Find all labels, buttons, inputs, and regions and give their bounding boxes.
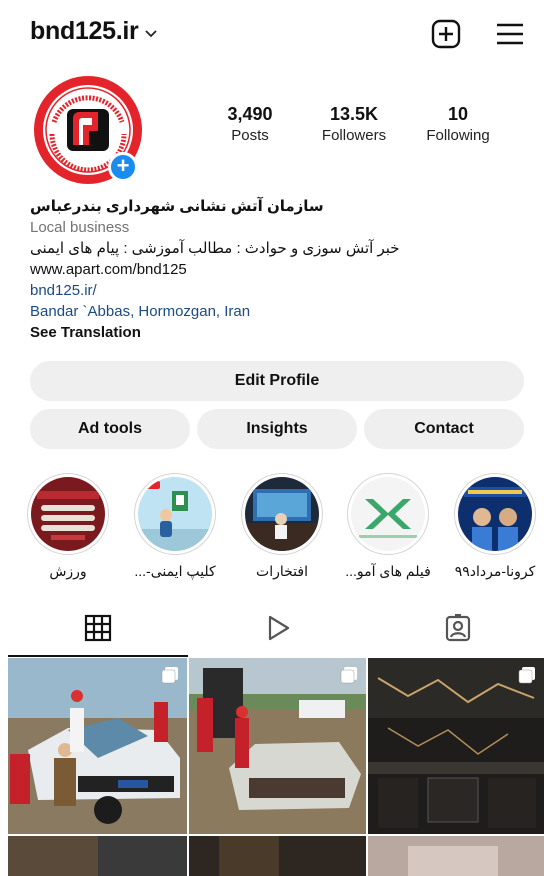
followers-stat[interactable]: 13.5K Followers xyxy=(300,104,408,144)
active-tab-indicator xyxy=(8,655,188,657)
highlight-cover-safety-clip xyxy=(138,477,212,551)
account-switcher[interactable]: bnd125.ir xyxy=(30,17,158,46)
following-label: Following xyxy=(426,127,490,144)
highlight-cover-sport xyxy=(31,477,105,551)
post-thumbnail[interactable] xyxy=(368,836,544,876)
post-thumbnail[interactable] xyxy=(8,658,187,834)
tab-posts-grid[interactable] xyxy=(8,604,188,656)
menu-icon[interactable] xyxy=(494,18,526,50)
post-thumbnail[interactable] xyxy=(189,836,366,876)
post-image-partial xyxy=(189,836,366,876)
post-image-car-rescue xyxy=(8,658,187,834)
edit-profile-button[interactable]: Edit Profile xyxy=(30,361,524,401)
following-stat[interactable]: 10 Following xyxy=(410,104,506,144)
multiple-posts-icon xyxy=(161,667,178,684)
highlight-caption: افتخارات xyxy=(256,563,308,579)
profile-tabs xyxy=(0,604,544,657)
display-name: سازمان آتش نشانی شهرداری بندرعباس xyxy=(30,198,324,215)
location-link[interactable]: Bandar `Abbas, Hormozgan, Iran xyxy=(30,301,530,322)
post-image-burned-kitchen xyxy=(368,658,544,834)
highlight-caption: کلیپ ایمنی-... xyxy=(134,563,216,579)
see-translation-link[interactable]: See Translation xyxy=(30,322,530,343)
highlight-item[interactable]: کلیپ ایمنی-... xyxy=(132,473,218,580)
profile-link[interactable]: bnd125.ir/ xyxy=(30,280,530,301)
add-story-icon[interactable]: + xyxy=(108,152,138,182)
bio-website-text: www.apart.com/bnd125 xyxy=(30,261,187,278)
tagged-icon xyxy=(445,614,471,642)
reels-icon xyxy=(268,615,290,641)
highlight-item[interactable]: افتخارات xyxy=(239,473,325,580)
bio-description: خبر آتش سوزی و حوادث : مطالب آموزشی : پی… xyxy=(30,240,400,257)
posts-count: 3,490 xyxy=(227,104,273,124)
highlight-cover-corona xyxy=(458,477,532,551)
highlight-cover-training-films xyxy=(351,477,425,551)
highlight-caption: ورزش xyxy=(49,563,87,579)
posts-stat[interactable]: 3,490 Posts xyxy=(205,104,295,144)
top-bar: bnd125.ir xyxy=(0,0,544,68)
following-count: 10 xyxy=(447,104,469,124)
highlight-item[interactable]: ورزش xyxy=(25,473,111,580)
post-thumbnail[interactable] xyxy=(8,836,187,876)
followers-count: 13.5K xyxy=(329,104,379,124)
username: bnd125.ir xyxy=(30,17,139,45)
post-image-crash-scene xyxy=(189,658,366,834)
multiple-posts-icon xyxy=(340,667,357,684)
highlight-item[interactable]: کرونا-مرداد۹۹ xyxy=(452,473,538,580)
category-label: Local business xyxy=(30,219,130,236)
post-image-partial xyxy=(368,836,544,876)
post-thumbnail[interactable] xyxy=(368,658,544,834)
contact-button[interactable]: Contact xyxy=(364,409,524,449)
highlight-item[interactable]: فیلم های آمو... xyxy=(345,473,431,580)
new-post-icon[interactable] xyxy=(430,18,462,50)
post-image-partial xyxy=(8,836,187,876)
followers-label: Followers xyxy=(321,127,387,144)
grid-icon xyxy=(84,614,112,642)
highlight-caption: فیلم های آمو... xyxy=(345,563,431,579)
post-thumbnail[interactable] xyxy=(189,658,366,834)
highlight-caption: کرونا-مرداد۹۹ xyxy=(454,563,536,579)
multiple-posts-icon xyxy=(518,667,535,684)
highlight-cover-honors xyxy=(245,477,319,551)
insights-button[interactable]: Insights xyxy=(197,409,357,449)
tab-reels[interactable] xyxy=(188,604,368,656)
posts-label: Posts xyxy=(231,127,269,144)
profile-bio: سازمان آتش نشانی شهرداری بندرعباس Local … xyxy=(30,196,530,343)
chevron-down-icon xyxy=(145,29,158,37)
tab-tagged[interactable] xyxy=(368,604,544,656)
ad-tools-button[interactable]: Ad tools xyxy=(30,409,190,449)
